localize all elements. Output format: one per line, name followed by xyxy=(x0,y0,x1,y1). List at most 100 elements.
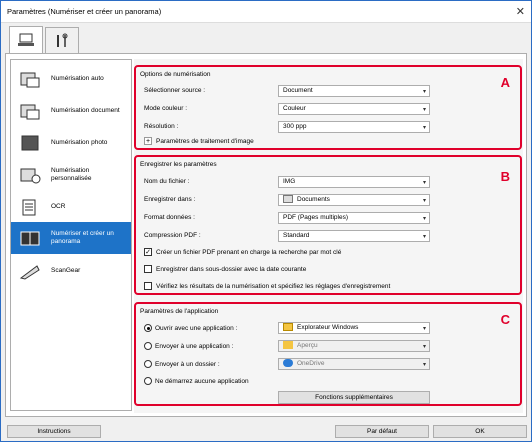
checkbox-label: Vérifiez les résultats de la numérisatio… xyxy=(156,282,391,290)
sidebar-item-label: Numérisation photo xyxy=(51,139,108,146)
checkbox-label: Créer un fichier PDF prenant en charge l… xyxy=(156,248,342,256)
window-title: Paramètres (Numériser et créer un panora… xyxy=(7,7,162,16)
check-icon: ✓ xyxy=(144,248,152,256)
radio-icon xyxy=(144,360,152,368)
computer-icon xyxy=(18,33,34,46)
section-title: Paramètres de l'application xyxy=(140,308,219,315)
ok-button[interactable]: OK xyxy=(433,425,527,438)
more-functions-button[interactable]: Fonctions supplémentaires xyxy=(278,391,430,404)
filename-value: IMG xyxy=(283,178,296,185)
image-processing-label: Paramètres de traitement d'image xyxy=(156,137,254,145)
chevron-down-icon: ▾ xyxy=(422,107,426,113)
radio-label: Envoyer à une application : xyxy=(155,342,234,350)
source-label: Sélectionner source : xyxy=(144,87,206,94)
scan-options-section: Options de numérisation A Sélectionner s… xyxy=(134,65,522,150)
color-mode-select[interactable]: Couleur ▾ xyxy=(278,103,430,115)
chevron-down-icon: ▾ xyxy=(422,362,426,368)
no-app-radio[interactable]: Ne démarrez aucune application xyxy=(144,377,249,385)
data-format-label: Format données : xyxy=(144,214,195,221)
section-letter-c: C xyxy=(500,312,510,327)
open-app-value: Explorateur Windows xyxy=(297,324,359,331)
send-folder-radio[interactable]: Envoyer à un dossier : xyxy=(144,360,220,368)
verify-results-checkbox[interactable]: Vérifiez les résultats de la numérisatio… xyxy=(144,282,390,290)
sidebar-item-label: OCR xyxy=(51,203,66,210)
resolution-select[interactable]: 300 ppp ▾ xyxy=(278,121,430,133)
explorer-folder-icon xyxy=(283,323,293,332)
resolution-value: 300 ppp xyxy=(283,123,307,130)
save-settings-section: Enregistrer les paramètres B Nom du fich… xyxy=(134,155,522,295)
sidebar-item-ocr[interactable]: OCR xyxy=(11,192,131,222)
scangear-icon xyxy=(19,265,40,280)
settings-panel: Numérisation auto Numérisation document … xyxy=(5,53,527,417)
radio-label: Envoyer à un dossier : xyxy=(155,360,220,368)
tools-tab[interactable] xyxy=(45,27,79,53)
title-bar: Paramètres (Numériser et créer un panora… xyxy=(1,1,531,23)
open-app-radio[interactable]: Ouvrir avec une application : xyxy=(144,324,237,332)
checkbox-box xyxy=(144,265,152,273)
subfolder-checkbox[interactable]: Enregistrer dans sous-dossier avec la da… xyxy=(144,265,306,273)
searchable-pdf-checkbox[interactable]: ✓ Créer un fichier PDF prenant en charge … xyxy=(144,248,341,256)
filename-label: Nom du fichier : xyxy=(144,178,190,185)
sidebar: Numérisation auto Numérisation document … xyxy=(10,59,132,411)
sidebar-item-custom-scan[interactable]: Numérisation personnalisée xyxy=(11,160,131,190)
documents-folder-icon xyxy=(283,195,293,204)
sidebar-item-label: Numériser et créer un panorama xyxy=(51,230,114,245)
scanner-tab[interactable] xyxy=(9,26,43,54)
send-app-value: Aperçu xyxy=(297,342,318,349)
close-icon[interactable]: ✕ xyxy=(516,5,525,18)
custom-scan-icon xyxy=(20,168,41,184)
sidebar-item-document-scan[interactable]: Numérisation document xyxy=(11,96,131,126)
chevron-down-icon: ▾ xyxy=(422,180,426,186)
color-mode-label: Mode couleur : xyxy=(144,105,187,112)
document-scan-icon xyxy=(20,104,40,120)
radio-label: Ouvrir avec une application : xyxy=(155,324,238,332)
plus-icon: + xyxy=(144,137,152,145)
radio-icon xyxy=(144,342,152,350)
ocr-icon xyxy=(22,199,36,216)
section-title: Options de numérisation xyxy=(140,71,211,78)
send-app-select[interactable]: Aperçu ▾ xyxy=(278,340,430,352)
chevron-down-icon: ▾ xyxy=(422,89,426,95)
data-format-select[interactable]: PDF (Pages multiples) ▾ xyxy=(278,212,430,224)
send-folder-value: OneDrive xyxy=(297,360,325,367)
sidebar-item-label: Numérisation auto xyxy=(51,75,104,82)
save-in-value: Documents xyxy=(297,196,330,203)
send-folder-select[interactable]: OneDrive ▾ xyxy=(278,358,430,370)
color-mode-value: Couleur xyxy=(283,105,306,112)
radio-selected-icon xyxy=(144,324,152,332)
settings-content: Options de numérisation A Sélectionner s… xyxy=(134,59,523,413)
sidebar-item-photo-scan[interactable]: Numérisation photo xyxy=(11,128,131,158)
sidebar-item-label: Numérisation personnalisée xyxy=(51,167,92,182)
auto-scan-icon xyxy=(20,72,40,88)
tools-icon xyxy=(57,33,68,47)
app-settings-section: Paramètres de l'application C Ouvrir ave… xyxy=(134,302,522,406)
open-app-select[interactable]: Explorateur Windows ▾ xyxy=(278,322,430,334)
sidebar-item-scangear[interactable]: ScanGear xyxy=(11,256,131,286)
sidebar-item-auto-scan[interactable]: Numérisation auto xyxy=(11,64,131,94)
radio-label: Ne démarrez aucune application xyxy=(155,377,249,385)
default-button[interactable]: Par défaut xyxy=(335,425,429,438)
filename-input[interactable]: IMG ▾ xyxy=(278,176,430,188)
instructions-button[interactable]: Instructions xyxy=(7,425,101,438)
pdf-compression-value: Standard xyxy=(283,232,310,239)
chevron-down-icon: ▾ xyxy=(422,234,426,240)
onedrive-icon xyxy=(283,359,293,368)
send-app-radio[interactable]: Envoyer à une application : xyxy=(144,342,233,350)
image-processing-expander[interactable]: + Paramètres de traitement d'image xyxy=(144,137,254,145)
source-select[interactable]: Document ▾ xyxy=(278,85,430,97)
sidebar-item-panorama[interactable]: Numériser et créer un panorama xyxy=(11,222,131,254)
checkbox-box xyxy=(144,282,152,290)
section-letter-b: B xyxy=(500,169,510,184)
pdf-compression-label: Compression PDF : xyxy=(144,232,201,239)
section-letter-a: A xyxy=(500,75,510,90)
photo-scan-icon xyxy=(21,135,39,151)
sidebar-item-label: ScanGear xyxy=(51,267,81,274)
radio-icon xyxy=(144,377,152,385)
chevron-down-icon: ▾ xyxy=(422,216,426,222)
save-in-select[interactable]: Documents ▾ xyxy=(278,194,430,206)
sidebar-item-label: Numérisation document xyxy=(51,107,120,114)
chevron-down-icon: ▾ xyxy=(422,125,426,131)
preview-app-icon xyxy=(283,341,293,350)
source-value: Document xyxy=(283,87,313,94)
pdf-compression-select[interactable]: Standard ▾ xyxy=(278,230,430,242)
